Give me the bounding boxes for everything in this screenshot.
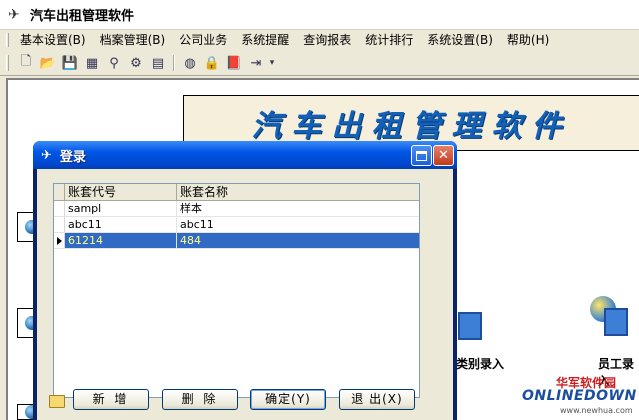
menu-business[interactable]: 公司业务: [172, 31, 234, 49]
menubar-grip: [6, 33, 9, 47]
delete-button[interactable]: 删 除: [162, 389, 238, 410]
cell-name[interactable]: abc11: [177, 217, 419, 232]
app-title: 汽车出租管理软件: [30, 9, 135, 24]
cell-name[interactable]: 样本: [177, 201, 419, 216]
folder-icon[interactable]: [49, 395, 65, 408]
open-folder-icon[interactable]: 📂: [37, 53, 59, 73]
column-header-name[interactable]: 账套名称: [177, 184, 419, 200]
grid-icon[interactable]: ▤: [147, 53, 169, 73]
book-icon[interactable]: 📕: [223, 53, 245, 73]
new-doc-icon[interactable]: 🗋: [15, 53, 37, 73]
exit-icon[interactable]: ⇥: [245, 53, 267, 73]
close-icon: ✕: [438, 148, 449, 163]
app-logo-icon: ✈: [8, 6, 20, 23]
lock-icon[interactable]: 🔒: [201, 53, 223, 73]
dialog-titlebar[interactable]: ✈ 登录: [33, 141, 457, 169]
search-icon[interactable]: ⚲: [103, 53, 125, 73]
table-row[interactable]: sampl 样本: [54, 201, 419, 217]
cell-code[interactable]: sampl: [65, 201, 177, 216]
globe-icon[interactable]: ◍: [179, 53, 201, 73]
watermark-url: www.newhua.com: [560, 406, 633, 415]
table-row-selected[interactable]: 61214 484: [54, 233, 419, 249]
login-dialog: ✈ 登录 ✕ 账套代号 账套名称 sampl 样本 abc11 abc11 61…: [33, 141, 457, 420]
calculator-icon[interactable]: ▦: [81, 53, 103, 73]
category-entry-label[interactable]: 类别录入: [456, 355, 504, 372]
app-titlebar: ✈ 汽车出租管理软件: [0, 0, 639, 30]
menu-reminders[interactable]: 系统提醒: [234, 31, 296, 49]
toolbar-overflow-chevron-icon[interactable]: ▾: [267, 53, 277, 73]
menu-reports[interactable]: 查询报表: [296, 31, 358, 49]
exit-button[interactable]: 退 出(X): [339, 389, 415, 410]
cell-name[interactable]: 484: [177, 233, 419, 248]
grid-header: 账套代号 账套名称: [54, 184, 419, 201]
toolbar: 🗋 📂 💾 ▦ ⚲ ⚙ ▤ ◍ 🔒 📕 ⇥ ▾: [0, 51, 639, 76]
ok-button[interactable]: 确定(Y): [250, 389, 326, 410]
staff-entry-icon[interactable]: [586, 296, 636, 344]
menu-system-settings[interactable]: 系统设置(B): [420, 31, 500, 49]
maximize-icon: [416, 150, 427, 161]
column-header-code[interactable]: 账套代号: [65, 184, 177, 200]
cell-code[interactable]: abc11: [65, 217, 177, 232]
dialog-body: 账套代号 账套名称 sampl 样本 abc11 abc11 61214 484…: [37, 169, 453, 420]
menu-bar: 基本设置(B) 档案管理(B) 公司业务 系统提醒 查询报表 统计排行 系统设置…: [0, 30, 639, 50]
cell-code[interactable]: 61214: [65, 233, 177, 248]
category-entry-icon[interactable]: [452, 300, 502, 348]
toolbar-separator: [173, 55, 175, 71]
row-pointer-icon: [54, 233, 65, 248]
save-icon[interactable]: 💾: [59, 53, 81, 73]
tools-icon[interactable]: ⚙: [125, 53, 147, 73]
app-logo-icon: ✈: [41, 147, 52, 163]
banner-title: 汽车出租管理软件: [251, 109, 572, 144]
add-button[interactable]: 新 增: [73, 389, 149, 410]
close-button[interactable]: ✕: [433, 145, 454, 166]
table-row[interactable]: abc11 abc11: [54, 217, 419, 233]
menu-archive[interactable]: 档案管理(B): [93, 31, 173, 49]
menu-basic-settings[interactable]: 基本设置(B): [13, 31, 93, 49]
menu-help[interactable]: 帮助(H): [500, 31, 556, 49]
watermark-logo: ONLINEDOWN: [522, 388, 637, 404]
dialog-title: 登录: [59, 149, 86, 165]
maximize-button[interactable]: [411, 145, 432, 166]
toolbar-grip: [6, 55, 9, 71]
account-grid[interactable]: 账套代号 账套名称 sampl 样本 abc11 abc11 61214 484: [53, 183, 420, 398]
menu-rankings[interactable]: 统计排行: [358, 31, 420, 49]
